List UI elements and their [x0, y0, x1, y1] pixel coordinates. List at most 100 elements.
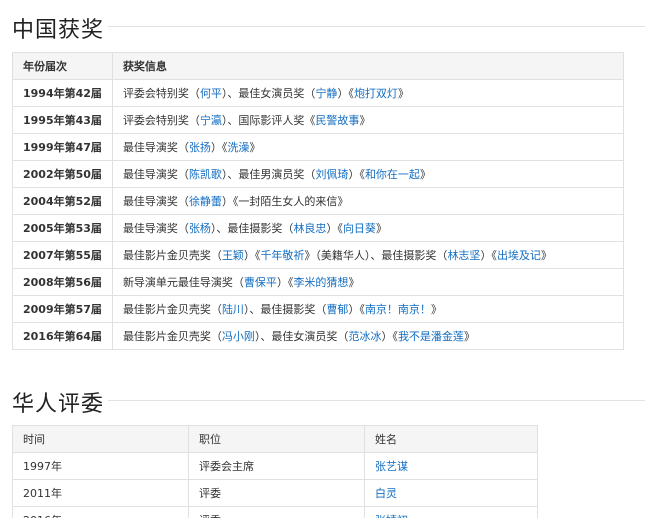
section-title-china-awards: 中国获奖 [12, 18, 105, 43]
award-link[interactable]: 范冰冰 [348, 330, 381, 343]
award-text: 最佳导演奖（ [122, 141, 189, 154]
award-link[interactable]: 陆川 [222, 303, 244, 316]
award-text: 》（美籍华人）、最佳摄影奖（ [304, 249, 448, 262]
award-text: ）、最佳摄影奖（ [210, 222, 294, 235]
award-text: ）《 [348, 303, 365, 316]
award-link[interactable]: 曹保平 [244, 276, 277, 289]
award-info-cell: 最佳导演奖（陈凯歌）、最佳男演员奖（刘佩琦）《和你在一起》 [111, 160, 625, 188]
award-text: 》 [397, 87, 409, 100]
column-header-name: 姓名 [364, 425, 538, 453]
award-link[interactable]: 冯小刚 [222, 330, 255, 343]
award-info-cell: 最佳导演奖（徐静蕾）《一封陌生女人的来信》 [111, 187, 625, 215]
award-text: ）、最佳女演员奖（ [254, 330, 349, 343]
award-year-cell: 1999年第47届 [12, 133, 113, 161]
award-link[interactable]: 曹郁 [326, 303, 348, 316]
jury-name-link[interactable]: 张艺谋 [375, 460, 408, 473]
award-link[interactable]: 千年敬祈 [260, 249, 304, 262]
award-year-cell: 2009年第57届 [12, 295, 113, 323]
award-info-cell: 新导演单元最佳导演奖（曹保平）《李米的猜想》 [111, 268, 625, 296]
award-link[interactable]: 南京！南京！ [365, 303, 431, 316]
section-title-chinese-jury: 华人评委 [12, 392, 105, 417]
table-row: 2008年第56届 新导演单元最佳导演奖（曹保平）《李米的猜想》 [12, 268, 625, 296]
award-text: ）《 [480, 249, 497, 262]
award-text: ）《 [381, 330, 398, 343]
award-link[interactable]: 炮打双灯 [354, 87, 398, 100]
table-row: 2005年第53届 最佳导演奖（张杨）、最佳摄影奖（林良忠）《向日葵》 [12, 214, 625, 242]
jury-name-link[interactable]: 白灵 [375, 487, 397, 500]
award-text: 》 [540, 249, 552, 262]
award-link[interactable]: 和你在一起 [365, 168, 420, 181]
award-link[interactable]: 林志坚 [447, 249, 480, 262]
award-text: 》 [348, 276, 360, 289]
award-info-cell: 最佳影片金贝壳奖（王颖）《千年敬祈》（美籍华人）、最佳摄影奖（林志坚）《出埃及记… [111, 241, 625, 269]
award-text: 最佳导演奖（ [122, 222, 189, 235]
award-text: 评委会特别奖（ [122, 87, 200, 100]
column-header-year: 年份届次 [12, 52, 113, 80]
award-year-cell: 2008年第56届 [12, 268, 113, 296]
award-text: 》 [249, 141, 261, 154]
award-year-cell: 2016年第64届 [12, 322, 113, 350]
table-row: 2002年第50届 最佳导演奖（陈凯歌）、最佳男演员奖（刘佩琦）《和你在一起》 [12, 160, 625, 188]
award-link[interactable]: 徐静蕾 [189, 195, 222, 208]
jury-name-cell: 张婧初 [364, 506, 538, 518]
award-link[interactable]: 王颖 [222, 249, 244, 262]
award-text: ）《 [210, 141, 228, 154]
award-link[interactable]: 我不是潘金莲 [398, 330, 464, 343]
award-link[interactable]: 何平 [200, 87, 222, 100]
award-link[interactable]: 宁静 [315, 87, 337, 100]
award-text: 最佳导演奖（ [122, 195, 189, 208]
award-link[interactable]: 林良忠 [293, 222, 326, 235]
section-divider [108, 26, 645, 27]
table-row: 2011年 评委 白灵 [12, 479, 538, 507]
table-row: 1995年第43届 评委会特别奖（宁瀛）、国际影评人奖《民警故事》 [12, 106, 625, 134]
award-text: 最佳影片金贝壳奖（ [122, 303, 222, 316]
award-text: 》 [359, 114, 371, 127]
award-year-cell: 2002年第50届 [12, 160, 113, 188]
award-text: ）、最佳摄影奖（ [243, 303, 327, 316]
table-row: 2016年第64届 最佳影片金贝壳奖（冯小刚）、最佳女演员奖（范冰冰）《我不是潘金… [12, 322, 625, 350]
award-link[interactable]: 张扬 [189, 141, 211, 154]
award-link[interactable]: 刘佩琦 [315, 168, 348, 181]
award-text: 评委会特别奖（ [122, 114, 200, 127]
award-year-cell: 2004年第52届 [12, 187, 113, 215]
award-link[interactable]: 张杨 [189, 222, 211, 235]
award-link[interactable]: 陈凯歌 [189, 168, 222, 181]
award-text: 最佳影片金贝壳奖（ [122, 330, 222, 343]
award-text: 》 [419, 168, 431, 181]
award-text: ）、最佳男演员奖（ [221, 168, 316, 181]
award-info-cell: 评委会特别奖（何平）、最佳女演员奖（宁静）《炮打双灯》 [111, 79, 625, 107]
award-link[interactable]: 出埃及记 [497, 249, 541, 262]
award-text: ）《 [243, 249, 261, 262]
award-text: ）、国际影评人奖《 [221, 114, 316, 127]
award-link[interactable]: 李米的猜想 [293, 276, 348, 289]
award-text: 新导演单元最佳导演奖（ [122, 276, 244, 289]
award-info-cell: 最佳影片金贝壳奖（冯小刚）、最佳女演员奖（范冰冰）《我不是潘金莲》 [111, 322, 625, 350]
table-row: 1999年第47届 最佳导演奖（张扬）《洗澡》 [12, 133, 625, 161]
table-row: 2016年评委张婧初 [12, 506, 538, 518]
award-text: ）、最佳女演员奖（ [221, 87, 316, 100]
award-text: ）《 [276, 276, 294, 289]
award-link[interactable]: 洗澡 [227, 141, 249, 154]
jury-time-cell: 2016年 [12, 506, 189, 518]
award-year-cell: 2007年第55届 [12, 241, 113, 269]
table-row: 2004年第52届 最佳导演奖（徐静蕾）《一封陌生女人的来信》 [12, 187, 625, 215]
awards-table-header-row: 年份届次 获奖信息 [12, 52, 625, 80]
jury-role-cell: 评委会主席 [188, 452, 365, 480]
page: 中国获奖 年份届次 获奖信息 1994年第42届 评委会特别奖（何平）、最佳女演员… [0, 0, 645, 518]
jury-role-cell: 评委 [188, 506, 365, 518]
award-text: 最佳影片金贝壳奖（ [122, 249, 222, 262]
column-header-time: 时间 [12, 425, 189, 453]
column-header-role: 职位 [188, 425, 365, 453]
jury-time-cell: 1997年 [12, 452, 189, 480]
jury-name-link[interactable]: 张婧初 [375, 514, 408, 518]
jury-table: 时间 职位 姓名 1997年评委会主席张艺谋 2011年评委白灵2016年评委张婧… [12, 425, 538, 518]
award-text: 》 [430, 303, 442, 316]
award-text: ）《 [348, 168, 365, 181]
award-link[interactable]: 宁瀛 [200, 114, 222, 127]
award-text: 》 [375, 222, 387, 235]
award-text: 最佳导演奖（ [122, 168, 189, 181]
jury-name-cell: 白灵 [364, 479, 538, 507]
award-link[interactable]: 民警故事 [315, 114, 359, 127]
award-year-cell: 2005年第53届 [12, 214, 113, 242]
award-link[interactable]: 向日葵 [343, 222, 376, 235]
